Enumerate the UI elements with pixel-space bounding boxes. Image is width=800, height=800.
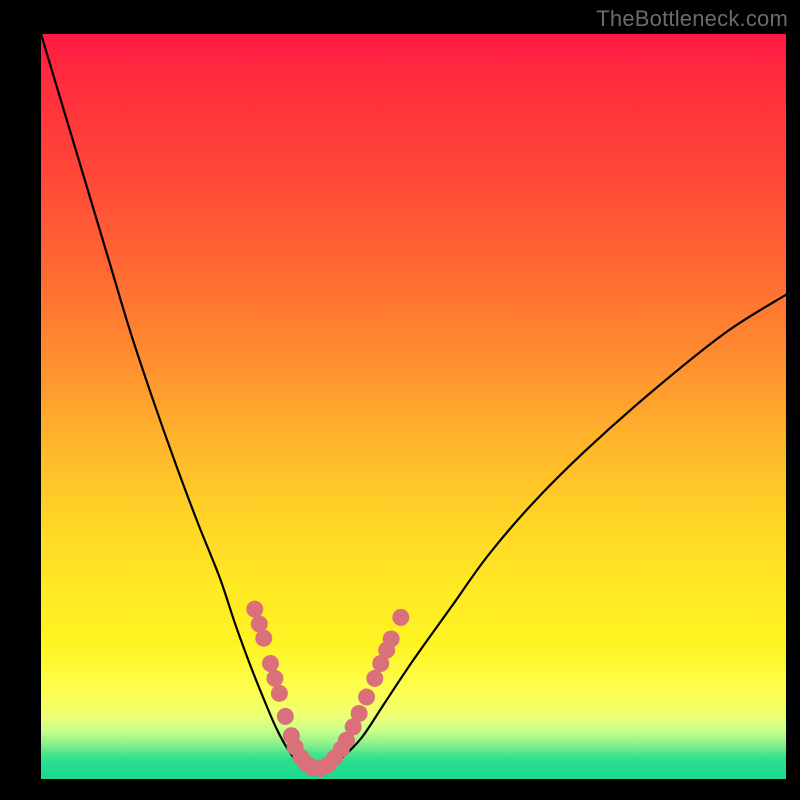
attribution-text: TheBottleneck.com	[596, 6, 788, 32]
curve-marker	[392, 609, 409, 626]
curve-markers	[246, 601, 409, 777]
curve-marker	[358, 689, 375, 706]
curve-layer	[41, 34, 786, 779]
bottleneck-curve	[41, 34, 786, 771]
curve-marker	[277, 708, 294, 725]
curve-marker	[255, 630, 272, 647]
curve-marker	[383, 630, 400, 647]
curve-marker	[266, 670, 283, 687]
curve-marker	[262, 655, 279, 672]
plot-area	[41, 34, 786, 779]
chart-frame: TheBottleneck.com	[0, 0, 800, 800]
curve-marker	[246, 601, 263, 618]
curve-marker	[271, 685, 288, 702]
curve-marker	[366, 670, 383, 687]
curve-marker	[351, 705, 368, 722]
